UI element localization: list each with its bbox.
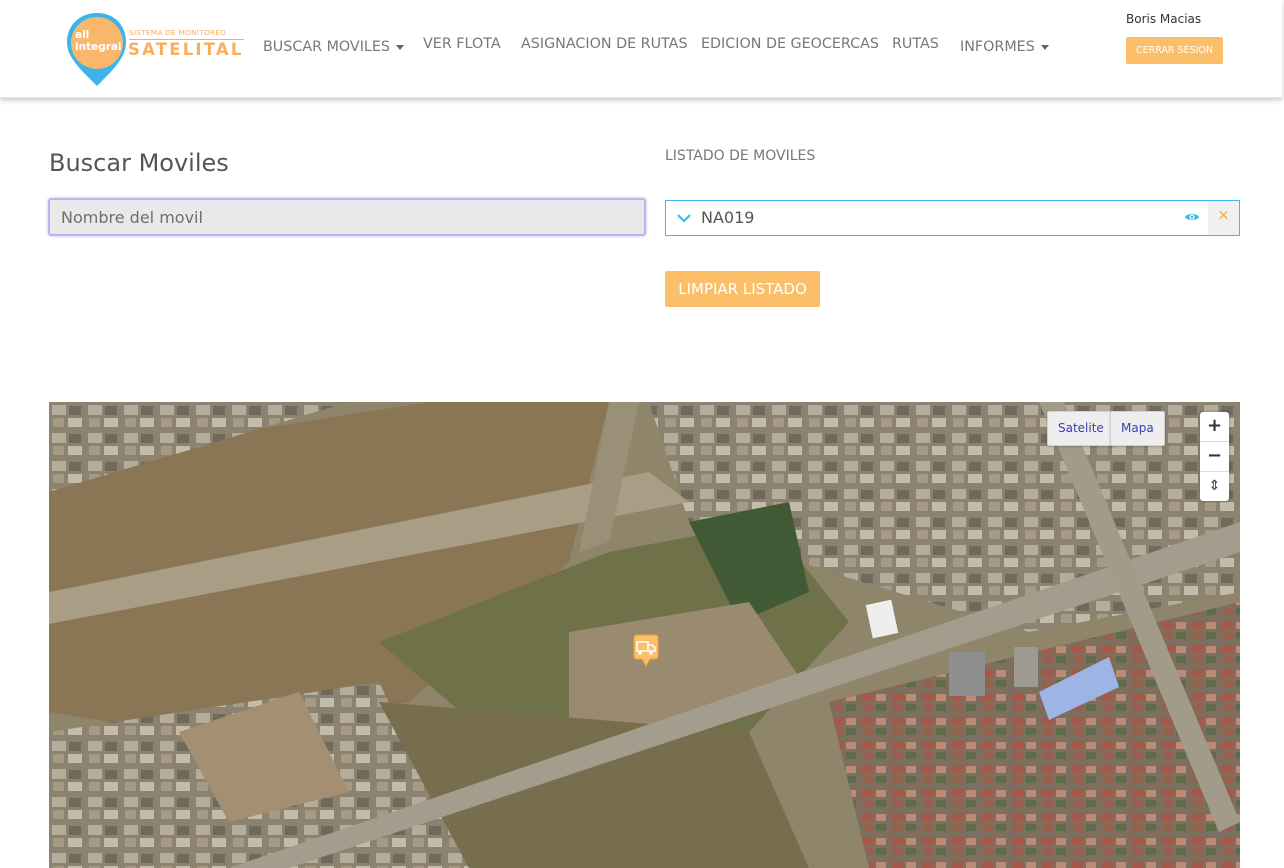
logo-subtitle: SISTEMA DE MONITOREO (129, 28, 227, 37)
nav-rutas[interactable]: RUTAS (892, 36, 939, 52)
mobile-list-heading: LISTADO DE MOVILES (665, 148, 816, 164)
zoom-in-button[interactable]: + (1200, 412, 1229, 442)
nav-edicion-de-geocercas[interactable]: EDICION DE GEOCERCAS (701, 36, 879, 52)
compass-reset-button[interactable]: ⇕ (1200, 472, 1229, 501)
mobile-list-item[interactable]: NA019 ✕ (665, 200, 1240, 236)
chevron-down-icon[interactable] (676, 209, 692, 227)
logo-name: SATELITAL (128, 40, 244, 59)
top-navbar: all integral SISTEMA DE MONITOREO SATELI… (0, 0, 1282, 98)
search-input[interactable] (48, 198, 646, 236)
nav-ver-flota[interactable]: VER FLOTA (423, 36, 501, 52)
brand-logo[interactable]: all integral SISTEMA DE MONITOREO SATELI… (64, 10, 248, 90)
map-layer-button[interactable]: Mapa (1110, 411, 1165, 446)
logout-button[interactable]: CERRAR SESION (1126, 37, 1223, 64)
logo-pin-text: all integral (75, 29, 122, 53)
compass-icon: ⇕ (1208, 478, 1221, 494)
close-icon[interactable]: ✕ (1208, 201, 1239, 235)
nav-informes[interactable]: INFORMES (960, 39, 1049, 55)
user-name: Boris Macias (1126, 12, 1202, 26)
caret-down-icon (396, 44, 404, 50)
nav-buscar-moviles[interactable]: BUSCAR MOVILES (263, 39, 404, 55)
truck-icon[interactable] (632, 634, 660, 668)
zoom-controls: + − ⇕ (1200, 412, 1229, 501)
nav-asignacion-de-rutas[interactable]: ASIGNACION DE RUTAS (521, 36, 688, 52)
nav-informes-label: INFORMES (960, 39, 1035, 55)
zoom-out-button[interactable]: − (1200, 442, 1229, 472)
eye-icon[interactable] (1184, 209, 1200, 225)
caret-down-icon (1040, 44, 1049, 50)
nav-buscar-moviles-label: BUSCAR MOVILES (263, 39, 390, 55)
mobile-name: NA019 (701, 208, 755, 227)
clear-list-button[interactable]: LIMPIAR LISTADO (665, 271, 820, 307)
satellite-map[interactable]: Satelite Mapa + − ⇕ (49, 402, 1240, 868)
page-title: Buscar Moviles (49, 149, 229, 177)
satellite-layer-button[interactable]: Satelite (1047, 411, 1115, 446)
